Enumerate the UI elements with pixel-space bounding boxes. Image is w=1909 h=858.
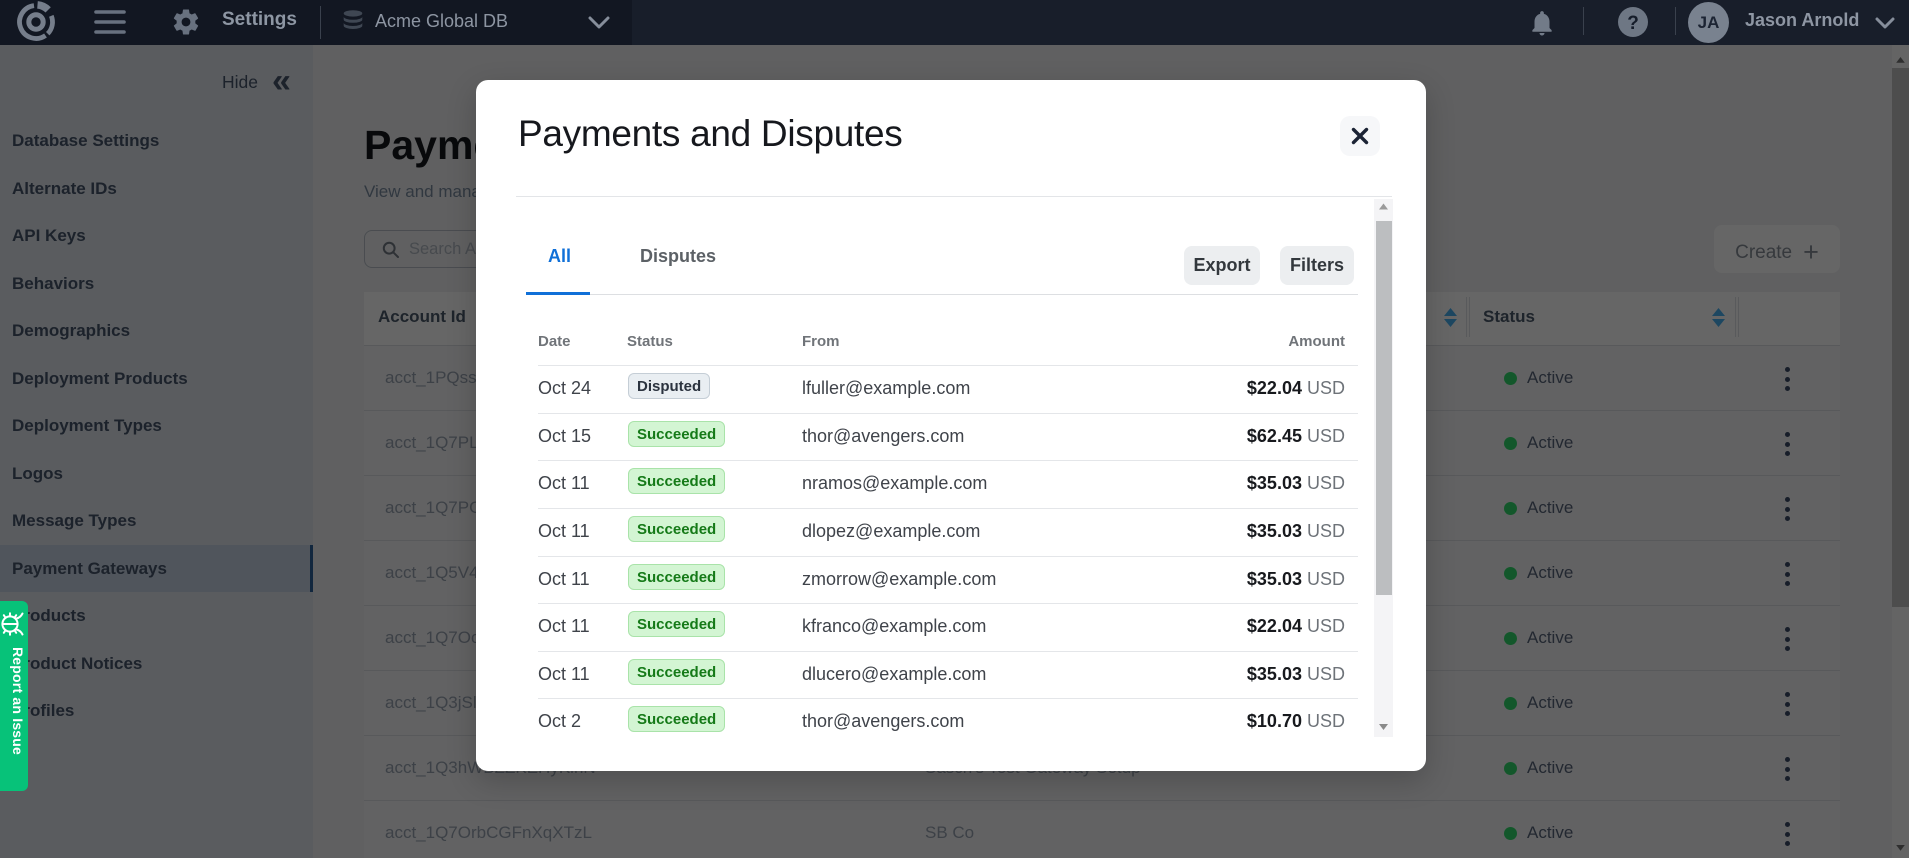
svg-text:?: ?	[1627, 13, 1639, 34]
